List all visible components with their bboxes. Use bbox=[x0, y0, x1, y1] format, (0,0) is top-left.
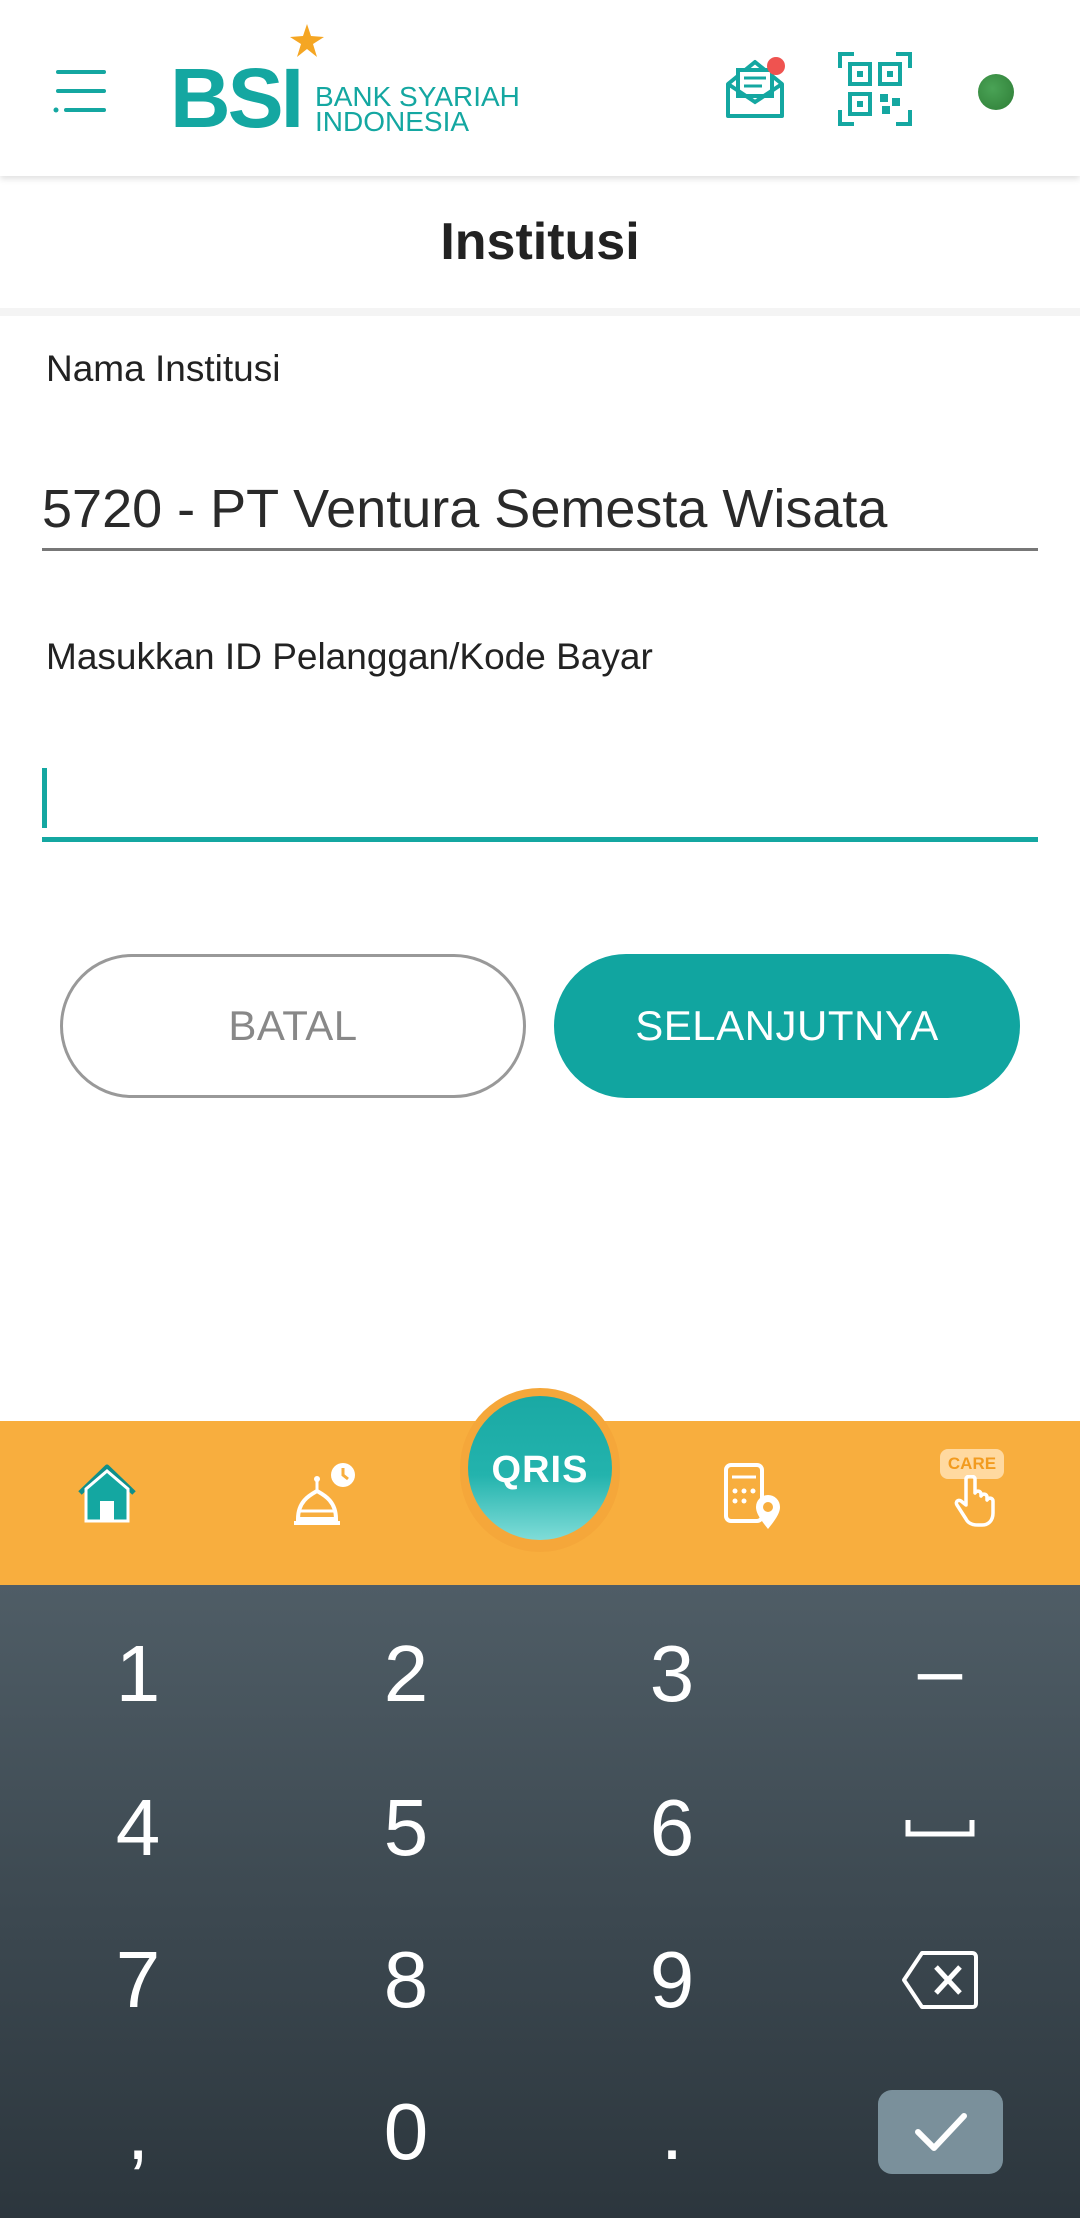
qris-button[interactable]: QRIS bbox=[468, 1396, 612, 1540]
qr-scan-icon[interactable] bbox=[838, 52, 912, 126]
logo-mark: BSI bbox=[170, 51, 304, 145]
qris-button-wrap: QRIS bbox=[460, 1388, 620, 1552]
logo-star-icon bbox=[290, 24, 324, 57]
inbox-icon[interactable] bbox=[722, 52, 788, 124]
key-9[interactable]: 9 bbox=[572, 1905, 772, 2055]
qris-label: QRIS bbox=[492, 1449, 589, 1490]
next-button[interactable]: SELANJUTNYA bbox=[554, 954, 1020, 1098]
key-enter[interactable] bbox=[878, 2090, 1003, 2174]
key-5[interactable]: 5 bbox=[306, 1753, 506, 1903]
key-2[interactable]: 2 bbox=[306, 1599, 506, 1749]
text-caret bbox=[42, 768, 47, 828]
institution-field: 5720 - PT Ventura Semesta Wisata bbox=[42, 478, 1038, 551]
key-8[interactable]: 8 bbox=[306, 1905, 506, 2055]
key-dash[interactable]: – bbox=[840, 1595, 1040, 1745]
backspace-icon bbox=[902, 1951, 978, 2009]
key-3[interactable]: 3 bbox=[572, 1599, 772, 1749]
space-icon bbox=[905, 1820, 975, 1837]
institution-label: Nama Institusi bbox=[46, 348, 281, 389]
key-backspace[interactable] bbox=[840, 1905, 1040, 2055]
logo-line-2: INDONESIA bbox=[315, 106, 470, 137]
menu-icon[interactable] bbox=[52, 66, 112, 116]
title-bar: Institusi bbox=[0, 176, 1080, 316]
app-header: BSI BANK SYARIAH INDONESIA bbox=[0, 0, 1080, 176]
bsi-logo: BSI BANK SYARIAH INDONESIA bbox=[170, 24, 520, 145]
customer-id-input[interactable] bbox=[42, 768, 1038, 842]
key-4[interactable]: 4 bbox=[38, 1753, 238, 1903]
checkmark-icon bbox=[914, 2113, 967, 2151]
cancel-button[interactable]: BATAL bbox=[60, 954, 526, 1098]
key-1[interactable]: 1 bbox=[38, 1599, 238, 1749]
numeric-keyboard: 1 2 3 – 4 5 6 7 8 9 , 0 . bbox=[0, 1585, 1080, 2218]
qris-icon: QRIS bbox=[492, 1449, 589, 1490]
key-dot[interactable]: . bbox=[572, 2057, 772, 2207]
status-dot bbox=[978, 74, 1014, 110]
atm-locator-icon[interactable] bbox=[722, 1461, 784, 1531]
key-7[interactable]: 7 bbox=[38, 1905, 238, 2055]
logo-text: BANK SYARIAH INDONESIA bbox=[315, 83, 520, 137]
key-0[interactable]: 0 bbox=[306, 2057, 506, 2207]
care-button[interactable]: CARE bbox=[938, 1449, 1008, 1529]
key-6[interactable]: 6 bbox=[572, 1753, 772, 1903]
hand-pointer-icon bbox=[954, 1475, 995, 1527]
customer-id-label: Masukkan ID Pelanggan/Kode Bayar bbox=[46, 636, 653, 677]
home-icon[interactable] bbox=[74, 1461, 140, 1527]
key-space[interactable] bbox=[840, 1753, 1040, 1903]
prayer-time-icon[interactable] bbox=[288, 1461, 358, 1531]
page-title: Institusi bbox=[440, 213, 640, 271]
key-comma[interactable]: , bbox=[38, 2057, 238, 2207]
